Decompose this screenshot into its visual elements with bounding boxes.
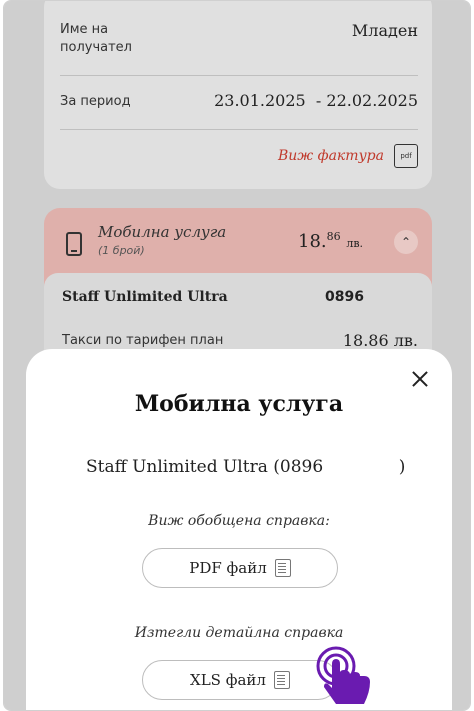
close-icon[interactable] [410,369,430,389]
plan-name: Staff Unlimited Ultra [62,289,228,305]
phone-number: 0896 [325,289,364,305]
xls-file-button[interactable]: XLS файл [142,660,338,700]
price-unit: лв. [346,237,364,250]
period-row: За период 23.01.2025 - 22.02.2025 [60,91,418,111]
divider [60,129,418,130]
view-invoice-link[interactable]: Виж фактура pdf [278,144,418,168]
document-icon [274,559,291,577]
price-cents: 86 [326,230,341,243]
sheet-title: Мобилна услуга [134,391,344,417]
mobile-service-price: 18.86 лв. [298,230,363,252]
document-icon [273,671,290,689]
tax-label: Такси по тарифен план [62,333,224,348]
mobile-service-title: Мобилна услуга [98,223,227,241]
phone-icon [66,232,82,256]
invoice-card: Име на получател Младен За период 23.01.… [44,1,432,189]
service-line: Staff Unlimited Ultra (0896 ) [86,457,406,477]
recipient-row: Име на получател Младен [60,21,418,57]
recipient-label: Име на получател [60,22,132,55]
phone-frame: Име на получател Младен За период 23.01.… [3,0,471,711]
bottom-sheet: Мобилна услуга Staff Unlimited Ultra (08… [26,349,452,710]
detail-label: Изтегли детайлна справка [134,625,344,641]
xls-file-label: XLS файл [190,671,266,689]
period-value: 23.01.2025 - 22.02.2025 [214,91,418,110]
recipient-value: Младен [351,21,418,40]
pdf-file-label: PDF файл [189,559,267,577]
pdf-icon: pdf [394,144,418,168]
price-main: 18. [298,231,327,252]
mobile-service-count: (1 брой) [98,244,145,257]
tax-value: 18.86 лв. [342,331,418,350]
summary-label: Виж обобщена справка: [148,513,330,529]
divider [60,75,418,76]
tap-hand-icon [316,646,370,704]
view-invoice-label: Виж фактура [277,148,384,164]
chevron-up-icon[interactable]: ⌃ [394,230,418,254]
pdf-file-button[interactable]: PDF файл [142,548,338,588]
